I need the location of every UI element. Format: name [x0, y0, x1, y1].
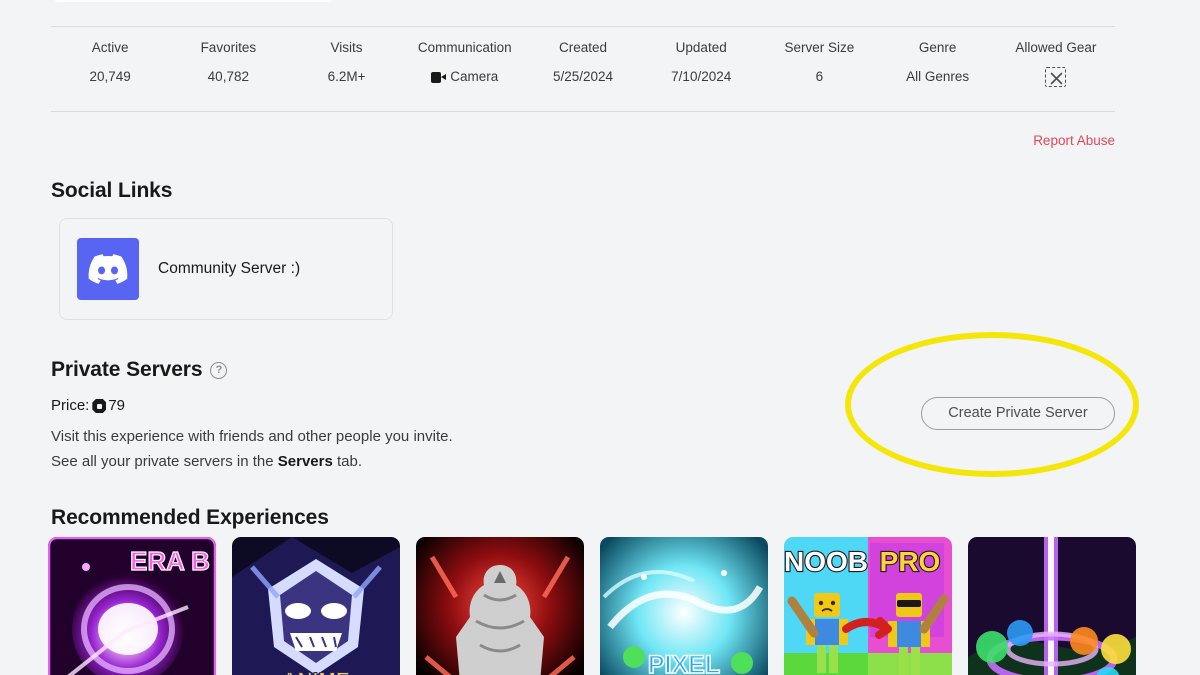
- question-mark-circle-icon[interactable]: ?: [210, 361, 228, 379]
- recommended-experiences-row: ERA B ANIME DEFENDERS: [48, 537, 1136, 675]
- stat-communication: Communication Camera: [406, 38, 524, 87]
- experience-thumbnail-noob-vs-pro[interactable]: NOOB PRO: [784, 537, 952, 675]
- experience-stats-row: Active 20,749 Favorites 40,782 Visits 6.…: [51, 38, 1115, 87]
- svg-text:ANIME: ANIME: [282, 669, 350, 675]
- video-camera-icon: [431, 71, 447, 83]
- stat-value: 6.2M+: [327, 69, 366, 84]
- svg-text:PRO: PRO: [880, 546, 941, 577]
- stat-label: Active: [91, 40, 129, 55]
- recommended-experiences-heading: Recommended Experiences: [51, 506, 329, 529]
- create-private-server-button[interactable]: Create Private Server: [921, 397, 1115, 430]
- stat-value: 40,782: [207, 69, 249, 84]
- private-servers-heading-row: Private Servers ?: [51, 357, 228, 383]
- stat-value: 5/25/2024: [552, 69, 614, 84]
- stats-divider-bottom: [51, 111, 1115, 112]
- stat-label: Server Size: [784, 40, 855, 55]
- private-servers-heading: Private Servers: [51, 358, 203, 381]
- stat-label: Visits: [330, 40, 363, 55]
- description-line-2: See all your private servers in the Serv…: [51, 450, 453, 475]
- experience-thumbnail-era-b[interactable]: ERA B: [48, 537, 216, 675]
- svg-text:NOOB: NOOB: [784, 546, 868, 577]
- private-servers-description: Visit this experience with friends and o…: [51, 425, 453, 474]
- stat-genre: Genre All Genres: [879, 38, 997, 87]
- price-value: 79: [108, 397, 126, 414]
- private-server-price: Price: 79: [51, 396, 125, 416]
- stat-server-size: Server Size 6: [760, 38, 878, 87]
- stat-value: 20,749: [89, 69, 131, 84]
- report-abuse-link[interactable]: Report Abuse: [1033, 132, 1115, 150]
- experience-thumbnail-pixel-tng-2[interactable]: PIXEL TNG 2: [600, 537, 768, 675]
- social-link-card-discord[interactable]: Community Server :): [59, 218, 393, 320]
- stat-value: 6: [815, 69, 824, 84]
- description-line-1: Visit this experience with friends and o…: [51, 428, 453, 445]
- stat-favorites: Favorites 40,782: [169, 38, 287, 87]
- stat-label: Allowed Gear: [1015, 40, 1097, 55]
- experience-thumbnail-muscle-fighter[interactable]: [416, 537, 584, 675]
- stat-label: Updated: [675, 40, 727, 55]
- description-suffix: tab.: [332, 452, 363, 470]
- stat-active: Active 20,749: [51, 38, 169, 87]
- stat-value: Camera: [450, 69, 499, 84]
- stat-visits: Visits 6.2M+: [287, 38, 405, 87]
- robux-icon: [92, 399, 106, 413]
- description-prefix: See all your private servers in the: [51, 452, 278, 470]
- stat-value-wrap: Camera: [406, 67, 524, 87]
- stat-created: Created 5/25/2024: [524, 38, 642, 87]
- discord-icon: [77, 238, 139, 300]
- experience-thumbnail-anime-defenders[interactable]: ANIME DEFENDERS: [232, 537, 400, 675]
- price-label: Price:: [51, 397, 90, 414]
- svg-text:ERA B: ERA B: [130, 546, 210, 576]
- stat-value: All Genres: [906, 69, 970, 84]
- experience-thumbnail-elemental-powers[interactable]: [968, 537, 1136, 675]
- stat-label: Genre: [918, 40, 957, 55]
- stat-label: Communication: [417, 40, 512, 55]
- servers-tab-reference: Servers: [277, 452, 333, 470]
- scrolled-tab-bar-sliver: [53, 0, 334, 2]
- stat-label: Created: [558, 40, 607, 55]
- stat-value-wrap: [997, 67, 1115, 87]
- stat-updated: Updated 7/10/2024: [642, 38, 760, 87]
- svg-text:PIXEL: PIXEL: [648, 651, 720, 675]
- social-links-heading: Social Links: [51, 179, 173, 202]
- no-gear-icon: [1045, 67, 1067, 87]
- social-link-label: Community Server :): [158, 260, 301, 277]
- stat-label: Favorites: [200, 40, 257, 55]
- stats-divider-top: [51, 26, 1115, 27]
- stat-value: 7/10/2024: [671, 69, 732, 84]
- stat-allowed-gear: Allowed Gear: [997, 38, 1115, 87]
